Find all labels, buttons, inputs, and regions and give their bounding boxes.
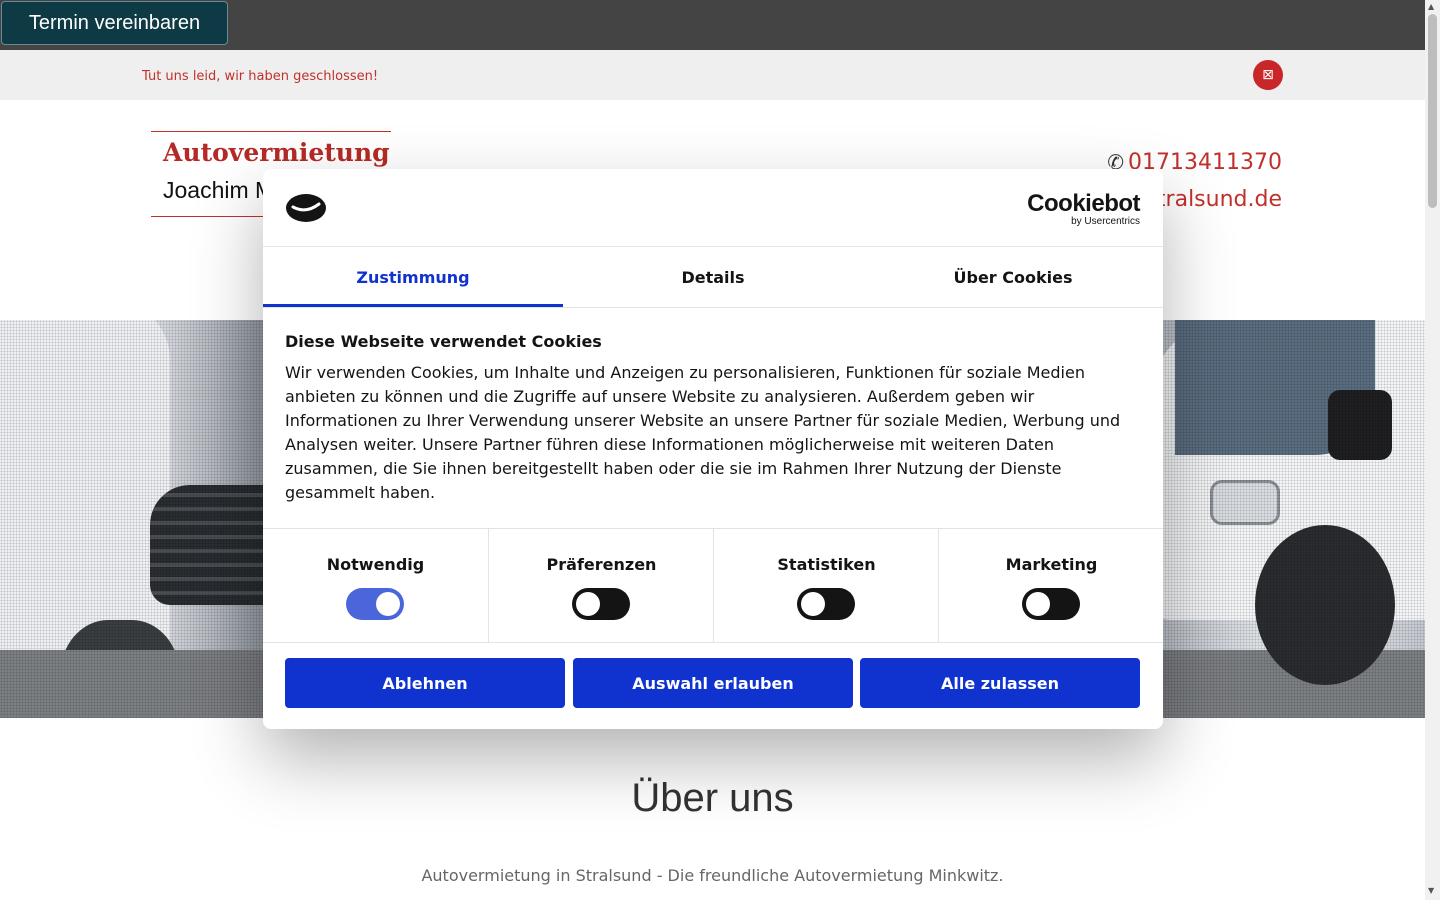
toggle-notwendig[interactable] bbox=[346, 588, 404, 620]
tab-zustimmung[interactable]: Zustimmung bbox=[263, 247, 563, 307]
logo-title: Autovermietung bbox=[163, 138, 390, 167]
decline-button[interactable]: Ablehnen bbox=[285, 658, 565, 708]
cookie-icon bbox=[286, 194, 326, 222]
cookiebot-logo: Cookiebot by Usercentrics bbox=[1027, 191, 1140, 227]
consent-tabs: Zustimmung Details Über Cookies bbox=[263, 247, 1163, 307]
cookie-consent-dialog: Cookiebot by Usercentrics Zustimmung Det… bbox=[263, 169, 1163, 729]
category-notwendig: Notwendig bbox=[263, 529, 488, 642]
logo-subtitle: Joachim M bbox=[163, 177, 275, 203]
cookiebot-name: Cookiebot bbox=[1027, 190, 1140, 217]
allow-all-button[interactable]: Alle zulassen bbox=[860, 658, 1140, 708]
closed-notice-bar: Tut uns leid, wir haben geschlossen! bbox=[0, 50, 1425, 100]
allow-selection-button[interactable]: Auswahl erlauben bbox=[573, 658, 853, 708]
tab-ueber-cookies[interactable]: Über Cookies bbox=[863, 247, 1163, 307]
consent-heading: Diese Webseite verwendet Cookies bbox=[285, 332, 602, 351]
van-tire-right-shape bbox=[1255, 525, 1395, 685]
category-praeferenzen: Präferenzen bbox=[488, 529, 713, 642]
category-marketing: Marketing bbox=[938, 529, 1163, 642]
divider bbox=[263, 642, 1163, 643]
about-text: Autovermietung in Stralsund - Die freund… bbox=[421, 866, 1004, 885]
scroll-down-icon[interactable]: ▼ bbox=[1428, 886, 1434, 895]
consent-body-text: Wir verwenden Cookies, um Inhalte und An… bbox=[285, 363, 1121, 502]
toggle-knob bbox=[801, 592, 825, 616]
divider bbox=[263, 307, 1163, 308]
toggle-statistiken[interactable] bbox=[797, 588, 855, 620]
tab-details[interactable]: Details bbox=[563, 247, 863, 307]
category-label: Präferenzen bbox=[546, 555, 657, 574]
van-right-shape bbox=[1150, 320, 1425, 620]
category-label: Notwendig bbox=[326, 555, 425, 574]
category-label: Marketing bbox=[1005, 555, 1098, 574]
van-headlight-shape bbox=[1210, 480, 1280, 525]
close-notice-icon[interactable]: ⊠ bbox=[1253, 60, 1283, 90]
website-link[interactable]: stralsund.de bbox=[1145, 187, 1282, 212]
appointment-button[interactable]: Termin vereinbaren bbox=[1, 1, 228, 45]
toggle-knob bbox=[576, 592, 600, 616]
category-statistiken: Statistiken bbox=[713, 529, 938, 642]
van-mirror-shape bbox=[1328, 390, 1392, 460]
toggle-praeferenzen[interactable] bbox=[572, 588, 630, 620]
toggle-knob bbox=[1026, 592, 1050, 616]
scroll-thumb[interactable] bbox=[1428, 14, 1437, 208]
van-window-shape bbox=[1175, 320, 1375, 455]
consent-categories: Notwendig Präferenzen Statistiken Market… bbox=[263, 529, 1163, 642]
toggle-marketing[interactable] bbox=[1022, 588, 1080, 620]
van-left-shape bbox=[0, 320, 170, 718]
closed-notice-text: Tut uns leid, wir haben geschlossen! bbox=[142, 69, 379, 84]
about-title: Über uns bbox=[631, 776, 794, 820]
scroll-up-icon[interactable]: ▲ bbox=[1428, 2, 1434, 11]
van-grille-shape bbox=[150, 485, 270, 605]
van-tire-left-shape bbox=[60, 620, 180, 718]
cookiebot-subtitle: by Usercentrics bbox=[1071, 216, 1140, 227]
category-label: Statistiken bbox=[777, 555, 876, 574]
toggle-knob bbox=[376, 592, 400, 616]
